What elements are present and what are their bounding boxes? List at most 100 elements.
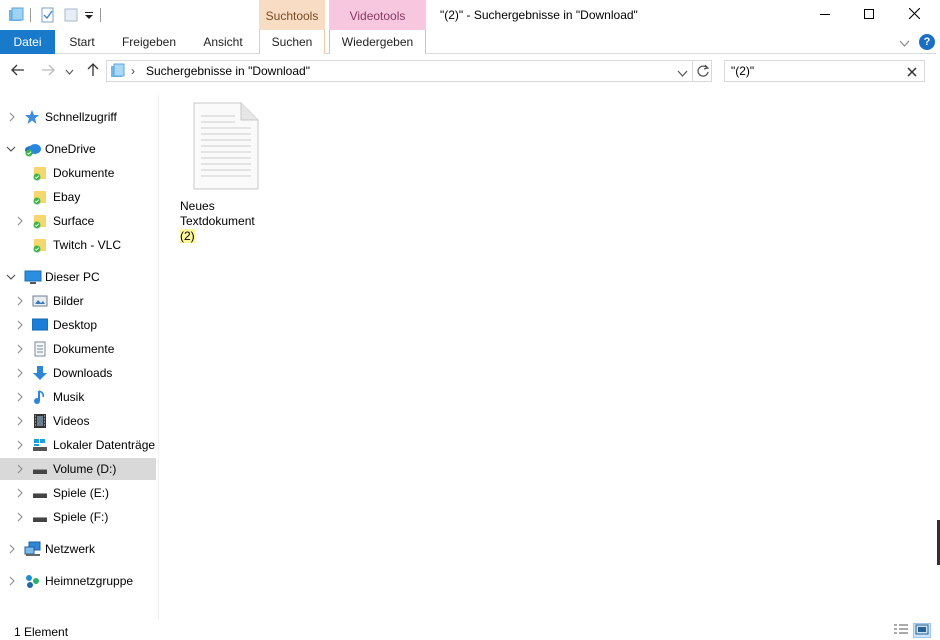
sidebar-item-heimnetzgruppe[interactable]: Heimnetzgruppe xyxy=(0,570,156,592)
sidebar-item-label: Twitch - VLC xyxy=(53,238,122,252)
sidebar-item-dokumente[interactable]: Dokumente xyxy=(0,338,156,360)
music-note-icon xyxy=(32,389,48,405)
sidebar-item-label: Volume (D:) xyxy=(53,462,117,476)
sidebar-item-label: Musik xyxy=(53,390,85,404)
breadcrumb[interactable]: Suchergebnisse in "Download" xyxy=(146,64,310,78)
search-query[interactable]: "(2)" xyxy=(731,64,754,78)
details-view-button[interactable] xyxy=(892,623,910,638)
sidebar-item-label: Dieser PC xyxy=(45,270,100,284)
expand-ribbon-icon[interactable] xyxy=(899,37,910,51)
tab-ansicht[interactable]: Ansicht xyxy=(194,30,252,54)
chevron-right-icon[interactable] xyxy=(15,512,25,522)
sidebar-item-bilder[interactable]: Bilder xyxy=(0,290,156,312)
chevron-right-icon[interactable] xyxy=(7,544,17,554)
shared-folder-icon xyxy=(32,189,48,205)
sidebar-item-label: Spiele (E:) xyxy=(53,486,110,500)
search-input[interactable]: "(2)" xyxy=(724,60,925,82)
tab-suchen[interactable]: Suchen xyxy=(259,30,325,54)
sidebar-item-onedrive-dokumente[interactable]: Dokumente xyxy=(0,162,156,184)
sidebar-item-netzwerk[interactable]: Netzwerk xyxy=(0,538,156,560)
sidebar-item-downloads[interactable]: Downloads xyxy=(0,362,156,384)
properties-icon[interactable] xyxy=(40,7,56,26)
sidebar-item-surface[interactable]: Surface xyxy=(0,210,156,232)
address-dropdown-icon[interactable] xyxy=(677,67,688,81)
breadcrumb-separator[interactable]: › xyxy=(131,64,135,78)
back-button[interactable] xyxy=(8,61,28,81)
sidebar-item-spiele-e[interactable]: Spiele (E:) xyxy=(0,482,156,504)
file-item[interactable]: Neues Textdokument (2) xyxy=(177,101,261,243)
forward-button[interactable] xyxy=(38,61,58,81)
chevron-right-icon[interactable] xyxy=(15,320,25,330)
search-results-icon xyxy=(110,63,126,82)
synced-folder-icon xyxy=(32,213,48,229)
sidebar-item-label: Bilder xyxy=(53,294,84,308)
sidebar-item-desktop[interactable]: Desktop xyxy=(0,314,156,336)
download-arrow-icon xyxy=(32,365,48,381)
sidebar-item-label: OneDrive xyxy=(45,142,96,156)
sidebar-item-label: Spiele (F:) xyxy=(53,510,109,524)
clear-search-icon[interactable] xyxy=(907,66,917,80)
large-icons-view-button[interactable] xyxy=(913,623,931,638)
ribbon-tabs: Datei Start Freigeben Ansicht Suchen Wie… xyxy=(0,30,940,54)
sidebar-item-label: Lokaler Datenträger xyxy=(53,438,156,452)
forward-arrow-icon xyxy=(41,64,55,79)
sidebar-item-twitch-vlc[interactable]: Twitch - VLC xyxy=(0,234,156,256)
chevron-right-icon[interactable] xyxy=(15,416,25,426)
synced-folder-icon xyxy=(32,237,48,253)
chevron-right-icon[interactable] xyxy=(15,464,25,474)
chevron-right-icon[interactable] xyxy=(15,392,25,402)
sidebar-item-label: Dokumente xyxy=(53,342,115,356)
sidebar-item-lokaler-datentraeger[interactable]: Lokaler Datenträger xyxy=(0,434,156,456)
chevron-right-icon[interactable] xyxy=(15,440,25,450)
sidebar-item-schnellzugriff[interactable]: Schnellzugriff xyxy=(0,106,156,128)
sidebar-item-videos[interactable]: Videos xyxy=(0,410,156,432)
chevron-down-icon[interactable] xyxy=(6,144,16,154)
new-folder-icon[interactable] xyxy=(63,7,79,26)
sidebar-item-label: Heimnetzgruppe xyxy=(45,574,134,588)
drive-icon xyxy=(32,461,48,477)
back-arrow-icon xyxy=(11,64,25,79)
drive-icon xyxy=(32,509,48,525)
chevron-right-icon[interactable] xyxy=(7,112,17,122)
pictures-icon xyxy=(32,293,48,309)
tab-wiedergeben[interactable]: Wiedergeben xyxy=(329,30,426,54)
network-icon xyxy=(24,541,41,557)
search-match-highlight: (2) xyxy=(180,229,195,243)
sidebar-item-dieser-pc[interactable]: Dieser PC xyxy=(0,266,156,288)
help-icon[interactable]: ? xyxy=(919,34,935,50)
folder-icon xyxy=(8,7,24,26)
sidebar-item-onedrive[interactable]: OneDrive xyxy=(0,138,156,160)
chevron-down-icon[interactable] xyxy=(6,272,16,282)
chevron-right-icon[interactable] xyxy=(15,216,25,226)
customize-toolbar-icon[interactable] xyxy=(84,10,94,24)
sidebar-item-label: Desktop xyxy=(53,318,98,332)
chevron-right-icon[interactable] xyxy=(15,368,25,378)
sidebar-item-spiele-f[interactable]: Spiele (F:) xyxy=(0,506,156,528)
video-tools-group: Videotools xyxy=(329,0,426,30)
refresh-icon[interactable] xyxy=(696,64,710,81)
maximize-button[interactable] xyxy=(846,0,892,30)
tab-freigeben[interactable]: Freigeben xyxy=(114,30,184,54)
chevron-right-icon[interactable] xyxy=(7,576,17,586)
film-icon xyxy=(32,413,48,429)
up-arrow-icon xyxy=(87,62,99,80)
homegroup-icon xyxy=(24,573,40,589)
sidebar-item-ebay[interactable]: Ebay xyxy=(0,186,156,208)
sidebar-item-label: Surface xyxy=(53,214,95,228)
close-button[interactable] xyxy=(891,0,937,30)
chevron-right-icon[interactable] xyxy=(15,344,25,354)
chevron-right-icon[interactable] xyxy=(15,296,25,306)
minimize-button[interactable] xyxy=(802,0,848,30)
sidebar-item-volume-d[interactable]: Volume (D:) xyxy=(0,458,156,480)
address-bar[interactable]: › Suchergebnisse in "Download" xyxy=(106,60,712,82)
recent-locations-button[interactable] xyxy=(62,61,76,81)
file-list[interactable]: Neues Textdokument (2) xyxy=(159,95,934,620)
chevron-right-icon[interactable] xyxy=(15,488,25,498)
tab-datei[interactable]: Datei xyxy=(0,30,55,54)
window-title: "(2)" - Suchergebnisse in "Download" xyxy=(440,8,638,22)
sidebar-item-label: Downloads xyxy=(53,366,113,380)
tab-start[interactable]: Start xyxy=(60,30,104,54)
sidebar-item-musik[interactable]: Musik xyxy=(0,386,156,408)
up-button[interactable] xyxy=(83,61,103,81)
chevron-down-icon xyxy=(65,64,74,78)
